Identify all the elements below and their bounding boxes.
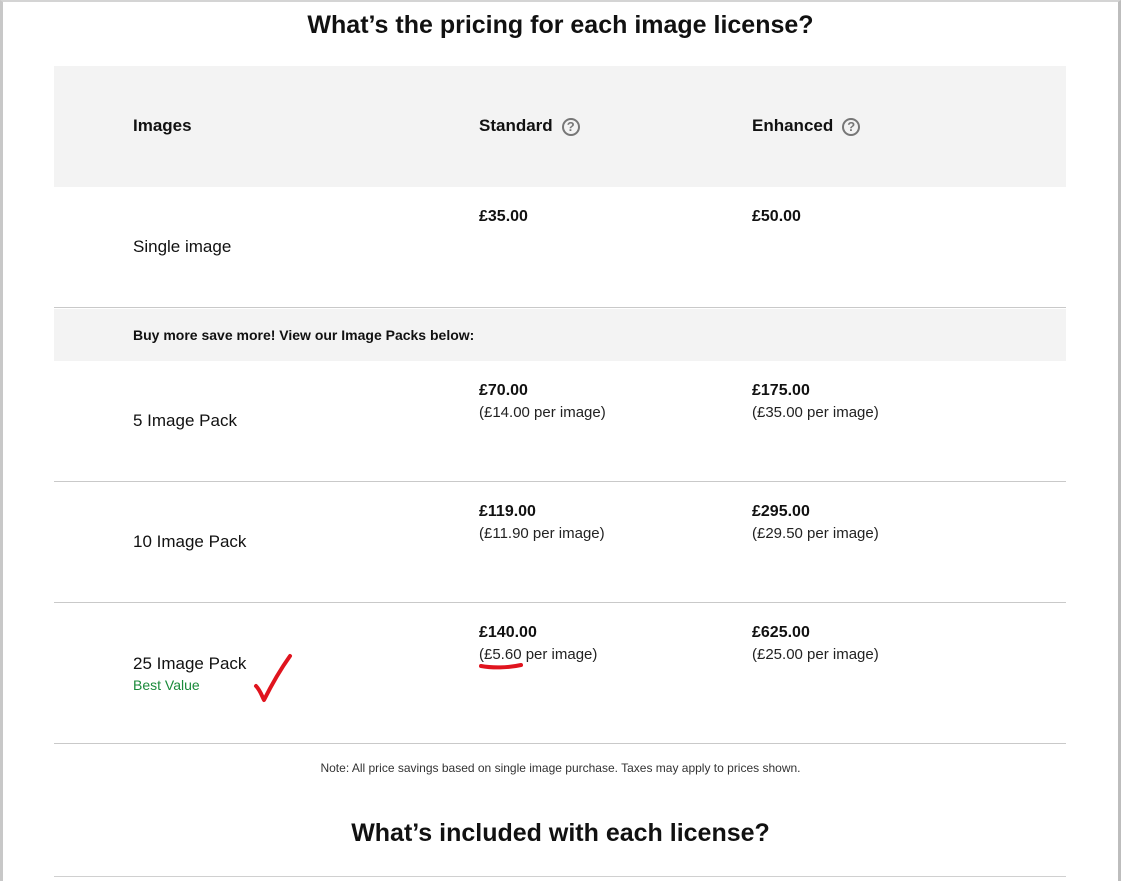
standard-price: £70.00 — [479, 382, 528, 399]
standard-per-image: (£14.00 per image) — [479, 404, 606, 421]
enhanced-price: £295.00 — [752, 503, 810, 520]
row-label: 10 Image Pack — [133, 532, 247, 551]
promo-text: Buy more save more! View our Image Packs… — [133, 327, 475, 343]
promo-row: Buy more save more! View our Image Packs… — [54, 309, 1066, 361]
table-row-5-pack: 5 Image Pack £70.00 (£14.00 per image) £… — [54, 361, 1066, 482]
enhanced-price: £175.00 — [752, 382, 810, 399]
enhanced-per-image: (£29.50 per image) — [752, 525, 879, 542]
standard-price: £35.00 — [479, 208, 528, 225]
enhanced-per-image: (£35.00 per image) — [752, 404, 879, 421]
pricing-section-title: What’s the pricing for each image licens… — [307, 11, 814, 39]
underline-mark — [479, 663, 523, 670]
standard-price: £140.00 — [479, 624, 537, 641]
standard-per-image: (£11.90 per image) — [479, 525, 605, 542]
divider — [54, 876, 1066, 877]
header-images: Images — [133, 116, 192, 136]
question-circle-icon[interactable]: ? — [561, 118, 580, 136]
header-enhanced-label: Enhanced — [752, 116, 834, 135]
row-label: 5 Image Pack — [133, 411, 237, 430]
enhanced-price: £50.00 — [752, 208, 801, 225]
check-mark-icon — [254, 654, 292, 702]
enhanced-price: £625.00 — [752, 624, 810, 641]
table-row-10-pack: 10 Image Pack £119.00 (£11.90 per image)… — [54, 482, 1066, 603]
header-images-label: Images — [133, 116, 192, 135]
header-standard: Standard ? — [479, 116, 580, 136]
table-header-row: Images Standard ? Enhanced ? — [54, 66, 1066, 187]
row-label: Single image — [133, 237, 232, 256]
enhanced-per-image: (£25.00 per image) — [752, 646, 879, 663]
header-enhanced: Enhanced ? — [752, 116, 861, 136]
row-label: 25 Image Pack — [133, 654, 247, 673]
standard-price: £119.00 — [479, 503, 536, 520]
best-value-badge: Best Value — [133, 677, 200, 693]
pricing-note: Note: All price savings based on single … — [320, 761, 801, 775]
table-row-single-image: Single image £35.00 £50.00 — [54, 187, 1066, 308]
included-section-title: What’s included with each license? — [351, 819, 770, 847]
question-circle-icon[interactable]: ? — [842, 118, 861, 136]
table-row-25-pack: 25 Image Pack Best Value £140.00 (£5.60 … — [54, 603, 1066, 744]
header-standard-label: Standard — [479, 116, 553, 135]
